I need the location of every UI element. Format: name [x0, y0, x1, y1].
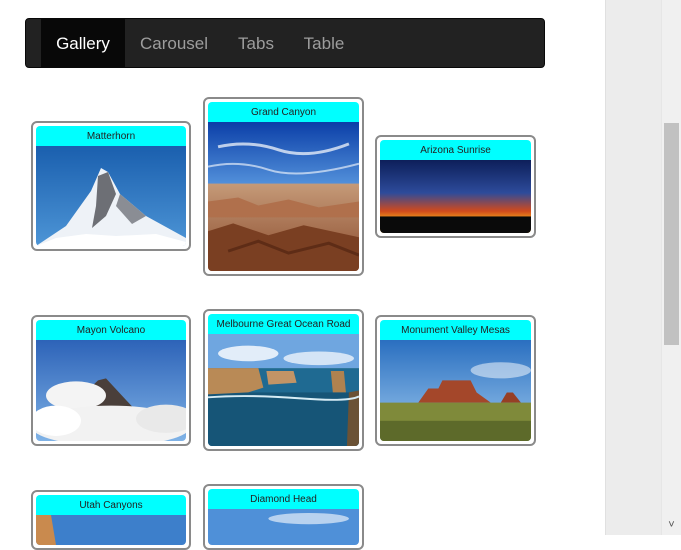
utah-photo	[36, 515, 186, 545]
nav-tab-tabs[interactable]: Tabs	[226, 19, 286, 67]
right-gutter	[605, 0, 662, 535]
top-navbar: Gallery Carousel Tabs Table	[25, 18, 545, 68]
volcano-photo	[36, 340, 186, 441]
gallery-tile-diamond-head[interactable]: Diamond Head	[203, 484, 364, 550]
nav-tab-gallery[interactable]: Gallery	[41, 19, 125, 67]
nav-tab-carousel[interactable]: Carousel	[129, 19, 219, 67]
canyon-photo	[208, 122, 359, 271]
mesa-photo	[380, 340, 531, 441]
gallery-tile-great-ocean-road[interactable]: Melbourne Great Ocean Road	[203, 309, 364, 451]
gallery-tile-mayon-volcano[interactable]: Mayon Volcano	[31, 315, 191, 446]
tile-caption: Melbourne Great Ocean Road	[208, 314, 359, 334]
tile-caption: Matterhorn	[36, 126, 186, 146]
tile-caption: Diamond Head	[208, 489, 359, 509]
coast-photo	[208, 334, 359, 446]
tile-caption: Utah Canyons	[36, 495, 186, 515]
mountain-photo	[36, 146, 186, 246]
tile-caption: Mayon Volcano	[36, 320, 186, 340]
scrollbar-thumb[interactable]	[664, 123, 679, 345]
sunrise-photo	[380, 160, 531, 233]
gallery-tile-grand-canyon[interactable]: Grand Canyon	[203, 97, 364, 276]
gallery-tile-matterhorn[interactable]: Matterhorn	[31, 121, 191, 251]
tile-caption: Monument Valley Mesas	[380, 320, 531, 340]
nav-tab-table[interactable]: Table	[292, 19, 356, 67]
diamond-head-photo	[208, 509, 359, 545]
gallery-tile-monument-valley[interactable]: Monument Valley Mesas	[375, 315, 536, 446]
gallery-tile-arizona-sunrise[interactable]: Arizona Sunrise	[375, 135, 536, 238]
gallery-tile-utah-canyons[interactable]: Utah Canyons	[31, 490, 191, 550]
tile-caption: Arizona Sunrise	[380, 140, 531, 160]
tile-caption: Grand Canyon	[208, 102, 359, 122]
scroll-down-arrow-icon[interactable]: ˅	[664, 517, 679, 533]
